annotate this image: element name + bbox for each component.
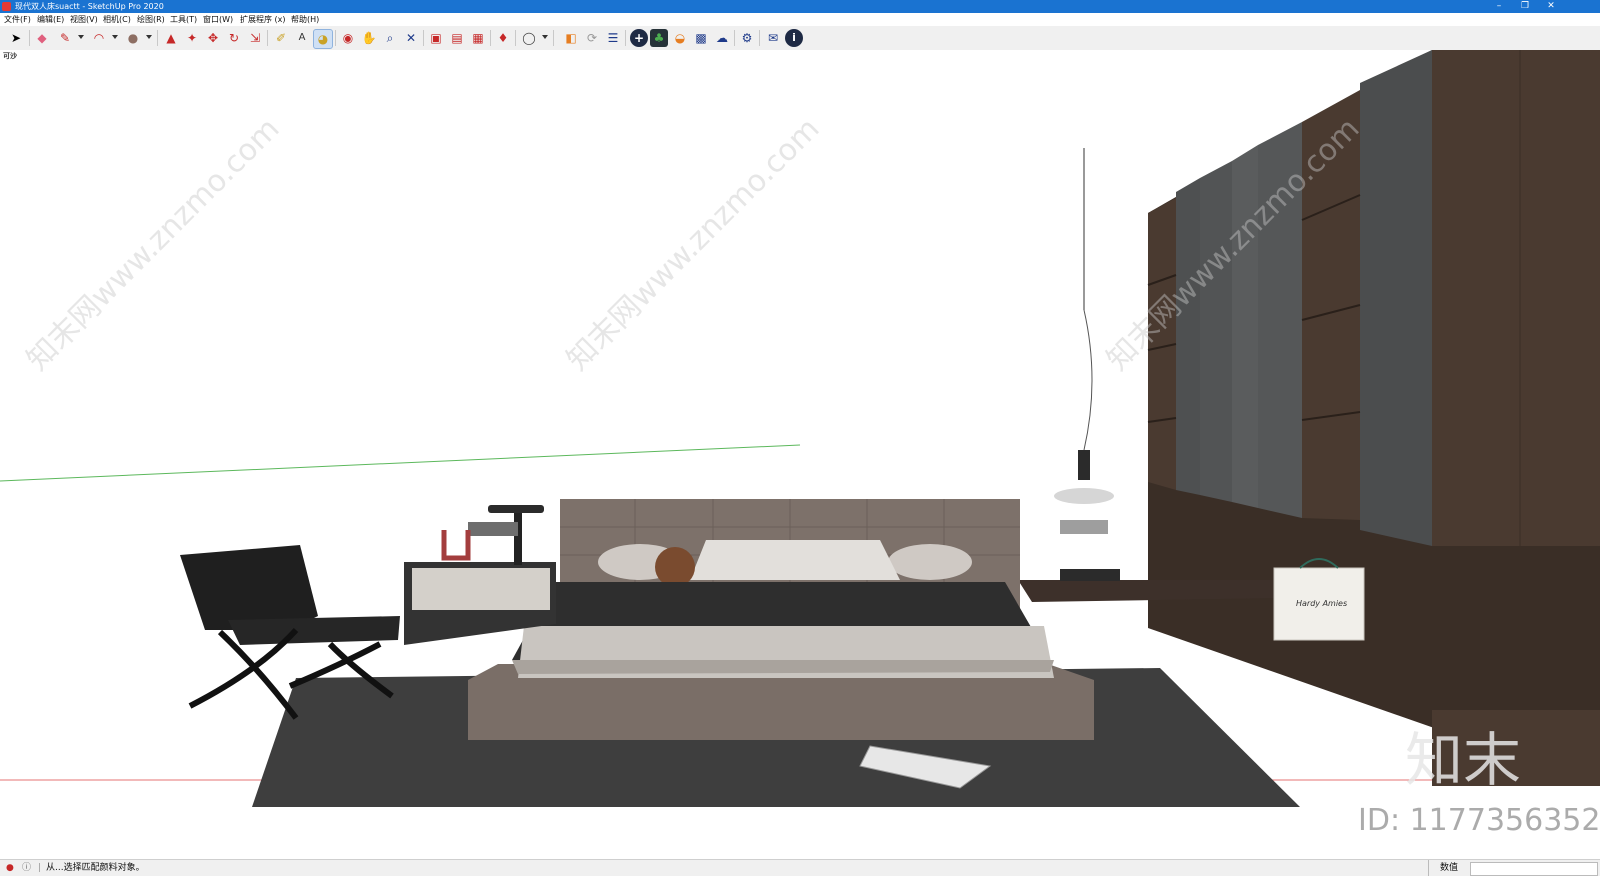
sync-icon[interactable]: ⟳ [583, 29, 601, 47]
book-stack [1060, 569, 1120, 581]
restore-button[interactable]: ❐ [1512, 0, 1538, 13]
menu-camera[interactable]: 相机(C) [103, 13, 131, 26]
pendant-lamp [1054, 148, 1114, 504]
add-icon[interactable]: + [630, 29, 648, 47]
title-bar: 现代双人床suactt - SketchUp Pro 2020 – ❐ ✕ [0, 0, 1600, 13]
menu-edit[interactable]: 编辑(E) [37, 13, 64, 26]
id-watermark: ID: 1177356352 [1358, 803, 1600, 838]
nightstand [404, 505, 556, 645]
status-message: 从...选择匹配颜料对象。 [46, 863, 145, 873]
menu-window[interactable]: 窗口(W) [203, 13, 233, 26]
tape-measure-icon[interactable]: ✐ [272, 29, 290, 47]
mail-icon[interactable]: ✉ [764, 29, 782, 47]
menu-bar: 文件(F) 编辑(E) 视图(V) 相机(C) 绘图(R) 工具(T) 窗口(W… [0, 13, 1600, 26]
zoom-tool-icon[interactable]: ⌕ [381, 29, 399, 47]
checker-icon[interactable]: ▩ [692, 29, 710, 47]
arc-dropdown-icon[interactable] [112, 35, 118, 39]
bed [468, 499, 1094, 740]
close-button[interactable]: ✕ [1538, 0, 1564, 13]
status-divider [1428, 860, 1429, 876]
eraser-tool-icon[interactable]: ◆ [33, 29, 51, 47]
line-dropdown-icon[interactable] [78, 35, 84, 39]
select-tool-icon[interactable]: ➤ [7, 29, 25, 47]
shopping-bag: Hardy Amies [1273, 558, 1365, 641]
menu-view[interactable]: 视图(V) [70, 13, 98, 26]
arc-tool-icon[interactable]: ◠ [90, 29, 108, 47]
text-tool-icon[interactable]: A [293, 29, 311, 47]
sketchup-app-icon [2, 2, 11, 11]
settings-icon[interactable]: ⚙ [738, 29, 756, 47]
modeling-viewport[interactable]: 可沙 Hardy Amies ID: 1177356352 知末 知末网www.… [0, 50, 1600, 859]
tree-icon[interactable]: ♣ [650, 29, 668, 47]
warehouse-icon[interactable]: ▣ [427, 29, 445, 47]
follow-me-icon[interactable]: ✦ [183, 29, 201, 47]
menu-draw[interactable]: 绘图(R) [137, 13, 165, 26]
credits-icon[interactable]: ⓘ [22, 860, 31, 876]
logo-watermark: 知末 [1405, 726, 1521, 794]
extension-warehouse-icon[interactable]: ▦ [469, 29, 487, 47]
scale-tool-icon[interactable]: ⇲ [246, 29, 264, 47]
measurement-label: 数值 [1440, 863, 1459, 873]
toolbar-separator [515, 30, 516, 46]
menu-extensions[interactable]: 扩展程序 (x) [240, 13, 286, 26]
ruby-icon[interactable]: ♦ [494, 29, 512, 47]
minimize-button[interactable]: – [1486, 0, 1512, 13]
wardrobe-wall [1147, 50, 1600, 786]
toolbar-separator [490, 30, 491, 46]
status-divider: | [38, 863, 42, 873]
toolbar-separator [335, 30, 336, 46]
share-model-icon[interactable]: ▤ [448, 29, 466, 47]
toolbar-separator [29, 30, 30, 46]
wall-outlet [1060, 520, 1108, 534]
line-tool-icon[interactable]: ✎ [56, 29, 74, 47]
green-axis-line [0, 444, 801, 482]
main-toolbar: ➤ ◆ ✎ ◠ ● ▲ ✦ ✥ ↻ ⇲ ✐ A ◕ ◉ ✋ ⌕ ✕ ▣ ▤ ▦ … [0, 26, 1600, 51]
status-bar: ● ⓘ | 从...选择匹配颜料对象。 数值 [0, 859, 1600, 876]
zoom-extents-icon[interactable]: ✕ [402, 29, 420, 47]
shapes-tool-icon[interactable]: ● [124, 29, 142, 47]
shapes-dropdown-icon[interactable] [146, 35, 152, 39]
user-account-icon[interactable]: ◯ [520, 29, 538, 47]
toolbar-separator [553, 30, 554, 46]
toolbar-separator [423, 30, 424, 46]
toolbar-separator [267, 30, 268, 46]
orbit-tool-icon[interactable]: ◉ [339, 29, 357, 47]
menu-help[interactable]: 帮助(H) [291, 13, 319, 26]
bag-brand-text: Hardy Amies [1296, 599, 1347, 608]
toolbar-separator [759, 30, 760, 46]
toolbar-separator [157, 30, 158, 46]
paint-bucket-icon[interactable]: ◕ [313, 29, 333, 49]
toolbar-separator [734, 30, 735, 46]
account-dropdown-icon[interactable] [542, 35, 548, 39]
toolbar-separator [625, 30, 626, 46]
sunset-icon[interactable]: ◒ [671, 29, 689, 47]
pan-tool-icon[interactable]: ✋ [360, 29, 378, 47]
push-pull-icon[interactable]: ▲ [162, 29, 180, 47]
info-icon[interactable]: i [785, 29, 803, 47]
menu-file[interactable]: 文件(F) [4, 13, 31, 26]
render-icon[interactable]: ◧ [562, 29, 580, 47]
rotate-tool-icon[interactable]: ↻ [225, 29, 243, 47]
move-tool-icon[interactable]: ✥ [204, 29, 222, 47]
cloud-icon[interactable]: ☁ [713, 29, 731, 47]
geo-location-icon[interactable]: ● [6, 860, 14, 876]
measurement-input[interactable] [1470, 862, 1598, 876]
layers-icon[interactable]: ☰ [604, 29, 622, 47]
window-title: 现代双人床suactt - SketchUp Pro 2020 [15, 2, 164, 11]
menu-tools[interactable]: 工具(T) [170, 13, 197, 26]
